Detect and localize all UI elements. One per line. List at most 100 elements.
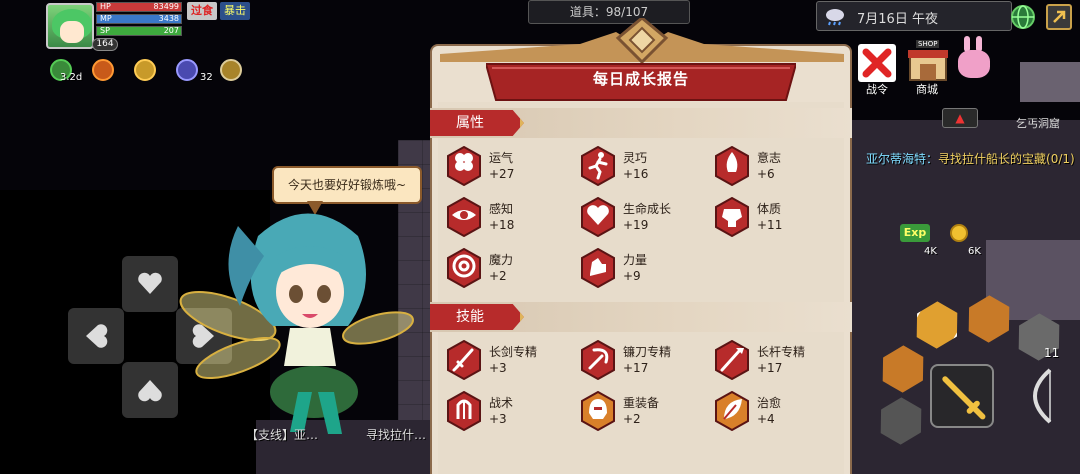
- attribute-item: 魔力 +2: [446, 248, 566, 292]
- skills-tab: 技能: [430, 304, 524, 330]
- skills-section-header: 技能: [430, 302, 852, 332]
- attribute-value: +6: [757, 167, 775, 181]
- attack-sword-button[interactable]: [930, 364, 994, 428]
- dpad-left-button[interactable]: [68, 308, 124, 364]
- minimap-collapse-button[interactable]: ▲: [942, 108, 978, 128]
- sword-attack-icon: [942, 376, 986, 420]
- skill-name: 战术: [489, 396, 514, 410]
- skill-value: +17: [623, 361, 649, 375]
- attribute-item: 体质 +11: [714, 197, 834, 241]
- close-x-icon: [862, 48, 892, 78]
- skill-value: +3: [489, 412, 507, 426]
- war-order-label: 战令: [866, 83, 888, 96]
- buff-scroll-icon[interactable]: [134, 59, 156, 81]
- player-portrait[interactable]: [46, 3, 94, 49]
- muscle-body-icon: [715, 197, 749, 237]
- bow-icon: [1033, 368, 1052, 424]
- exit-arrow-icon: [1053, 10, 1066, 23]
- heart-up-icon: [138, 272, 162, 294]
- hp-value: 83499: [153, 2, 179, 11]
- buff-fire-icon[interactable]: [92, 59, 114, 81]
- shop-store-icon: [908, 50, 948, 81]
- eye-icon: [447, 197, 481, 237]
- level-badge: 164: [92, 38, 118, 51]
- attribute-value: +16: [623, 167, 649, 181]
- skill-name: 重装备: [623, 396, 660, 410]
- attribute-name: 灵巧: [623, 151, 648, 165]
- skill-value: +4: [757, 412, 775, 426]
- dpad-up-button[interactable]: [122, 256, 178, 312]
- war-order-button[interactable]: [858, 44, 896, 82]
- skill-item: 治愈 +4: [714, 391, 834, 435]
- attribute-value: +27: [489, 167, 515, 181]
- fairy-character[interactable]: [178, 196, 428, 446]
- attribute-name: 生命成长: [623, 202, 672, 216]
- sickle-icon: [581, 340, 615, 380]
- skill-name: 长杆专精: [757, 345, 806, 359]
- hp-bar: HP 83499: [96, 2, 182, 12]
- attribute-name: 魔力: [489, 253, 514, 267]
- pickup-amount-b: 6K: [968, 246, 981, 257]
- attribute-name: 运气: [489, 151, 514, 165]
- attribute-value: +2: [489, 269, 507, 283]
- quest-tracker[interactable]: 亚尔蒂海特：寻找拉什船长的宝藏(0/1): [866, 150, 1080, 168]
- attribute-name: 力量: [623, 253, 648, 267]
- leaf-icon: [715, 391, 749, 431]
- buff-count-label: 32: [200, 72, 213, 83]
- mp-label: MP: [100, 14, 112, 23]
- skill-count-label: 11: [1044, 346, 1060, 360]
- shop-sign-text: SHOP: [916, 40, 940, 48]
- attribute-name: 感知: [489, 202, 514, 216]
- buff-star-icon[interactable]: [176, 59, 198, 81]
- arm-flex-icon: [581, 248, 615, 288]
- hp-label: HP: [100, 2, 111, 11]
- heart-left-icon: [86, 324, 108, 348]
- skill-name: 镰刀专精: [623, 345, 672, 359]
- date-time-display[interactable]: 7月16日 午夜: [816, 1, 1012, 31]
- attribute-item: 生命成长 +19: [580, 197, 700, 241]
- bunny-body: [958, 50, 990, 78]
- skill-value: +2: [623, 412, 641, 426]
- attribute-name: 体质: [757, 202, 782, 216]
- attributes-tab: 属性: [430, 110, 524, 136]
- exp-pickup: Exp: [900, 224, 930, 242]
- exit-button[interactable]: [1046, 4, 1072, 30]
- attribute-item: 力量 +9: [580, 248, 700, 292]
- sp-value: 207: [163, 26, 179, 35]
- heart-down-icon: [138, 380, 162, 402]
- bottom-quest-text[interactable]: 【支线】亚… 寻找拉什…: [246, 426, 426, 443]
- attribute-value: +18: [489, 218, 515, 232]
- date-text: 7月16日 午夜: [857, 12, 938, 27]
- overeat-status-tag[interactable]: 过食: [187, 2, 217, 20]
- coin-pickup-icon: [950, 224, 968, 242]
- polearm-icon: [715, 340, 749, 380]
- bow-button[interactable]: [1010, 364, 1070, 428]
- running-man-icon: [581, 146, 615, 186]
- attribute-value: +19: [623, 218, 649, 232]
- crit-status-tag[interactable]: 暴击: [220, 2, 250, 20]
- attribute-item: 感知 +18: [446, 197, 566, 241]
- sword-icon: [447, 340, 481, 380]
- mp-value: 3438: [158, 14, 179, 23]
- heart-icon: [581, 197, 615, 237]
- skill-item: 长剑专精 +3: [446, 340, 566, 384]
- helmet-icon: [581, 391, 615, 431]
- tactics-icon: [447, 391, 481, 431]
- will-flame-icon: [715, 146, 749, 186]
- skill-item: 战术 +3: [446, 391, 566, 435]
- report-title: 每日成长报告: [592, 70, 689, 88]
- dpad-down-button[interactable]: [122, 362, 178, 418]
- buff-time-label: 3.2d: [60, 72, 83, 83]
- shop-label: 商城: [916, 83, 938, 96]
- buff-badge-icon[interactable]: [220, 59, 242, 81]
- sp-label: SP: [100, 26, 110, 35]
- network-globe-icon[interactable]: [1010, 4, 1036, 30]
- sp-bar: SP 207: [96, 26, 182, 36]
- bunny-npc[interactable]: [954, 36, 994, 80]
- shop-button[interactable]: SHOP: [906, 40, 950, 82]
- skill-item: 镰刀专精 +17: [580, 340, 700, 384]
- skill-name: 长剑专精: [489, 345, 538, 359]
- skill-item: 长杆专精 +17: [714, 340, 834, 384]
- exp-tag: Exp: [903, 226, 927, 239]
- skill-value: +3: [489, 361, 507, 375]
